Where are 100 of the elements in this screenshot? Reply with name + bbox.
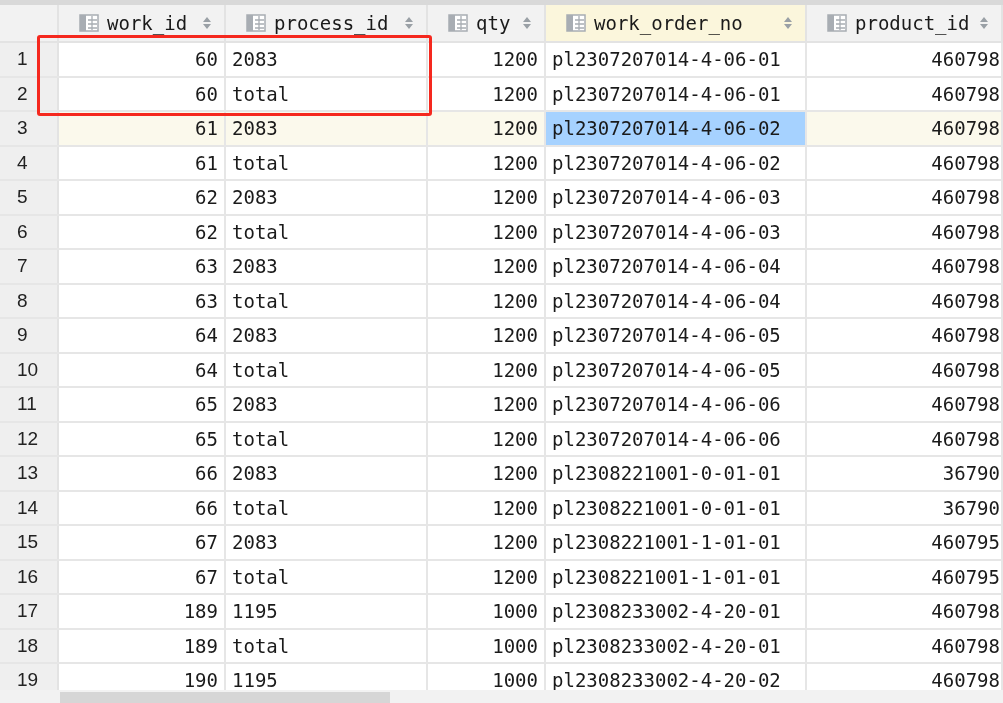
table-cell: pl2307207014-4-06-01 [546,43,807,76]
table-cell: pl2308221001-0-01-01 [546,457,807,490]
table-cell: 460798 [807,388,1003,421]
table-cell: 67 [59,560,226,593]
table-cell: total [226,284,428,317]
table-cell: 36790 [807,457,1003,490]
table-icon [827,13,847,33]
table-cell: pl2308233002-4-20-01 [546,595,807,628]
table-cell: total [226,491,428,524]
row-number: 17 [0,595,59,628]
table-cell: 1200 [428,43,546,76]
row-number: 8 [0,284,59,317]
table-cell: 1200 [428,250,546,283]
sort-icon[interactable] [522,15,532,31]
table-cell: 460798 [807,77,1003,110]
table-cell: 1200 [428,181,546,214]
table-cell: 60 [59,77,226,110]
table-cell: 1200 [428,215,546,248]
table-cell: 65 [59,388,226,421]
sort-icon[interactable] [783,15,793,31]
table-cell: 460795 [807,560,1003,593]
table-cell: 1000 [428,595,546,628]
row-number: 3 [0,112,59,145]
row-number: 1 [0,43,59,76]
table-cell: 460798 [807,250,1003,283]
table-cell: 460798 [807,353,1003,386]
table-cell: 1200 [428,353,546,386]
horizontal-scrollbar[interactable] [0,690,1003,703]
table-cell: 460798 [807,319,1003,352]
table-cell: 1200 [428,77,546,110]
table-cell: 66 [59,491,226,524]
table-cell: 460798 [807,43,1003,76]
table-cell: pl2307207014-4-06-06 [546,388,807,421]
table-cell: 189 [59,629,226,662]
row-number: 10 [0,353,59,386]
table-cell: 460798 [807,284,1003,317]
table-icon [79,13,99,33]
table-cell: 62 [59,215,226,248]
table-cell: 460798 [807,181,1003,214]
row-number: 12 [0,422,59,455]
table-cell: pl2307207014-4-06-05 [546,319,807,352]
row-number: 13 [0,457,59,490]
table-cell: pl2307207014-4-06-03 [546,215,807,248]
table-cell: 2083 [226,112,428,145]
table-cell: total [226,146,428,179]
row-number: 4 [0,146,59,179]
table-cell: 1200 [428,491,546,524]
table-cell: pl2307207014-4-06-05 [546,353,807,386]
table-cell: 1200 [428,560,546,593]
row-number: 2 [0,77,59,110]
table-cell: pl2307207014-4-06-06 [546,422,807,455]
table-cell: 67 [59,526,226,559]
table-cell: 62 [59,181,226,214]
table-cell: pl2308221001-0-01-01 [546,491,807,524]
column-name: work_order_no [594,10,744,37]
table-cell: 2083 [226,250,428,283]
column-name: qty [476,10,512,36]
column-name: process_id [274,10,390,37]
table-cell: pl2307207014-4-06-03 [546,181,807,214]
row-number: 5 [0,181,59,214]
table-cell: 2083 [226,43,428,76]
row-number: 19 [0,664,59,690]
table-cell: total [226,215,428,248]
column-header[interactable]: work_order_no [546,5,807,41]
sort-icon[interactable] [202,15,212,31]
table-cell: 189 [59,595,226,628]
table-cell: pl2307207014-4-06-04 [546,284,807,317]
table-icon [448,13,468,33]
column-name: work_id [107,10,189,37]
table-cell: pl2308221001-1-01-01 [546,560,807,593]
scrollbar-thumb[interactable] [60,692,390,703]
table-cell: pl2307207014-4-06-02 [546,146,807,179]
row-number: 9 [0,319,59,352]
table-cell: 1000 [428,629,546,662]
table-cell: 1200 [428,146,546,179]
table-cell: 2083 [226,526,428,559]
table-cell: 2083 [226,457,428,490]
table-cell: 64 [59,353,226,386]
table-cell: 63 [59,284,226,317]
table-cell: 61 [59,112,226,145]
table-cell: 1200 [428,319,546,352]
table-cell: 460795 [807,526,1003,559]
sort-icon[interactable] [404,15,414,31]
row-number: 6 [0,215,59,248]
table-cell: pl2307207014-4-06-02 [546,112,807,145]
table-cell: total [226,560,428,593]
table-cell: pl2308221001-1-01-01 [546,526,807,559]
table-cell: total [226,629,428,662]
table-cell: 1200 [428,526,546,559]
row-number: 14 [0,491,59,524]
sort-icon[interactable] [979,15,989,31]
table-cell: 460798 [807,146,1003,179]
table-cell: 2083 [226,388,428,421]
row-number: 18 [0,629,59,662]
table-cell: 1200 [428,422,546,455]
table-cell: 66 [59,457,226,490]
table-icon [566,13,586,33]
row-number: 16 [0,560,59,593]
table-cell: 460798 [807,112,1003,145]
table-cell: 1195 [226,595,428,628]
